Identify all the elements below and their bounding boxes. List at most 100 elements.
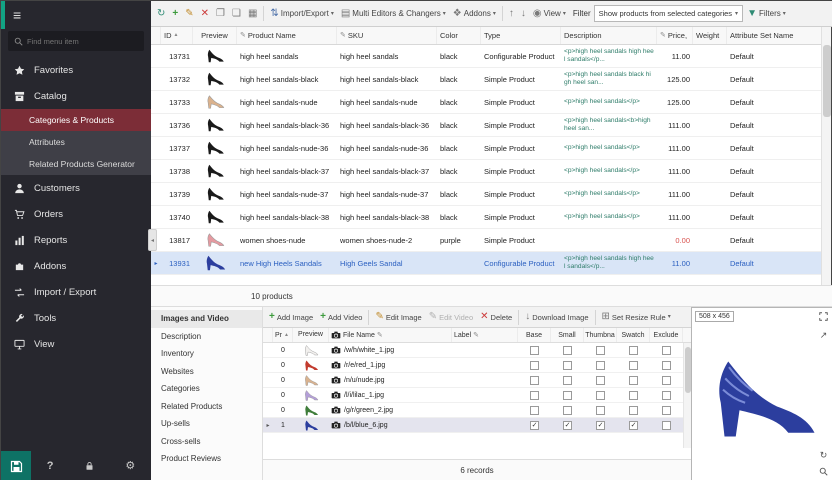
columns-button[interactable]: ▦ [245, 7, 260, 21]
table-row[interactable]: 13732high heel sandals-blackhigh heel sa… [151, 68, 823, 91]
lock-button[interactable] [85, 461, 94, 471]
copy-button[interactable]: ❐ [213, 7, 228, 21]
set-resize-rule-button[interactable]: ⊞Set Resize Rule▾ [599, 310, 674, 324]
media-row[interactable]: 0/g/r/green_2.jpg [263, 403, 691, 418]
add-image-button[interactable]: +Add Image [266, 310, 316, 324]
column-header-preview[interactable]: Preview [193, 27, 237, 44]
base-checkbox[interactable] [530, 361, 539, 370]
tab-related-products[interactable]: Related Products [151, 398, 262, 416]
multi-editors-button[interactable]: ▤ Multi Editors & Changers ▾ [338, 7, 449, 21]
table-row[interactable]: 13736high heel sandals-black-36high heel… [151, 114, 823, 137]
column-header-price[interactable]: ✎Price, [657, 27, 693, 44]
table-row[interactable]: 13740high heel sandals-black-38high heel… [151, 206, 823, 229]
sort-ascending-button[interactable]: ↑ [506, 7, 517, 21]
tab-images-and-video[interactable]: Images and Video [151, 310, 262, 328]
exclude-checkbox[interactable] [662, 391, 671, 400]
table-row[interactable]: 13733high heel sandals-nudehigh heel san… [151, 91, 823, 114]
swatch-checkbox[interactable] [629, 391, 638, 400]
sidebar-search[interactable] [8, 31, 144, 51]
add-product-button[interactable]: + [169, 7, 181, 21]
tab-up-sells[interactable]: Up-sells [151, 415, 262, 433]
grid-scrollbar[interactable] [821, 27, 831, 285]
column-header-sku[interactable]: ✎SKU [337, 27, 437, 44]
edit-video-button[interactable]: ✎Edit Video [426, 310, 476, 324]
media-row[interactable]: ▸1/b/l/blue_6.jpg✓✓✓✓ [263, 418, 691, 433]
exclude-checkbox[interactable] [662, 346, 671, 355]
column-header-description[interactable]: Description [561, 27, 657, 44]
sidebar-item-reports[interactable]: Reports [1, 227, 151, 253]
base-checkbox[interactable] [530, 346, 539, 355]
media-column-header-small[interactable]: Small [551, 328, 584, 342]
base-checkbox[interactable] [530, 391, 539, 400]
base-checkbox[interactable] [530, 376, 539, 385]
search-input[interactable] [27, 37, 138, 46]
thumb-checkbox[interactable]: ✓ [596, 421, 605, 430]
small-checkbox[interactable] [563, 406, 572, 415]
tab-inventory[interactable]: Inventory [151, 345, 262, 363]
panel-collapse-handle[interactable]: ◂ [148, 229, 157, 251]
tab-description[interactable]: Description [151, 328, 262, 346]
sort-descending-button[interactable]: ↓ [518, 7, 529, 21]
save-button[interactable] [1, 451, 31, 480]
sidebar-item-view[interactable]: View [1, 331, 151, 357]
thumb-checkbox[interactable] [596, 346, 605, 355]
media-grid-scrollbar[interactable] [683, 343, 691, 448]
sidebar-item-tools[interactable]: Tools [1, 305, 151, 331]
sidebar-item-orders[interactable]: Orders [1, 201, 151, 227]
swatch-checkbox[interactable]: ✓ [629, 421, 638, 430]
media-column-header-pr[interactable]: Pr▲ [273, 328, 293, 342]
exclude-checkbox[interactable] [662, 361, 671, 370]
table-row[interactable]: 13817women shoes-nudewomen shoes-nude-2p… [151, 229, 823, 252]
tab-cross-sells[interactable]: Cross-sells [151, 433, 262, 451]
small-checkbox[interactable] [563, 346, 572, 355]
media-column-header-swatch[interactable]: Swatch [617, 328, 650, 342]
small-checkbox[interactable]: ✓ [563, 421, 572, 430]
column-header-type[interactable]: Type [481, 27, 561, 44]
open-external-icon[interactable]: ↗ [820, 331, 828, 340]
media-row[interactable]: 0/r/e/red_1.jpg [263, 358, 691, 373]
sidebar-item-related-products-generator[interactable]: Related Products Generator [1, 153, 151, 175]
delete-product-button[interactable]: ✕ [198, 7, 212, 21]
small-checkbox[interactable] [563, 376, 572, 385]
import-export-button[interactable]: ⇅ Import/Export ▾ [267, 7, 336, 21]
sidebar-item-categories-products[interactable]: Categories & Products [1, 109, 151, 131]
sidebar-item-customers[interactable]: Customers [1, 175, 151, 201]
small-checkbox[interactable] [563, 391, 572, 400]
tab-categories[interactable]: Categories [151, 380, 262, 398]
sidebar-item-favorites[interactable]: Favorites [1, 57, 151, 83]
refresh-button[interactable]: ↻ [154, 7, 168, 21]
thumb-checkbox[interactable] [596, 391, 605, 400]
media-column-header-label[interactable]: Label✎ [452, 328, 518, 342]
media-column-header-base[interactable]: Base [518, 328, 551, 342]
fullscreen-icon[interactable] [819, 312, 828, 321]
sidebar-item-attributes[interactable]: Attributes [1, 131, 151, 153]
table-row[interactable]: 13731high heel sandalshigh heel sandalsb… [151, 45, 823, 68]
media-row[interactable]: 0/l/i/lilac_1.jpg [263, 388, 691, 403]
hamburger-menu-icon[interactable]: ≡ [13, 8, 21, 22]
tab-websites[interactable]: Websites [151, 363, 262, 381]
media-column-header-file-name[interactable]: File Name✎ [329, 328, 452, 342]
paste-button[interactable]: ❏ [229, 7, 244, 21]
media-column-header-selector[interactable] [263, 328, 273, 342]
edit-product-button[interactable]: ✎ [182, 7, 196, 21]
filter-select[interactable]: Show products from selected categories ▾ [594, 5, 743, 22]
table-row[interactable]: 13738high heel sandals-black-37high heel… [151, 160, 823, 183]
swatch-checkbox[interactable] [629, 346, 638, 355]
thumb-checkbox[interactable] [596, 406, 605, 415]
swatch-checkbox[interactable] [629, 361, 638, 370]
table-row[interactable]: 13737high heel sandals-nude-36high heel … [151, 137, 823, 160]
filters-button[interactable]: ▼ Filters ▾ [744, 7, 789, 21]
zoom-icon[interactable] [819, 467, 828, 476]
exclude-checkbox[interactable] [662, 406, 671, 415]
edit-image-button[interactable]: ✎Edit Image [372, 310, 424, 324]
sidebar-item-catalog[interactable]: Catalog [1, 83, 151, 109]
view-button[interactable]: ◉ View ▾ [530, 7, 569, 21]
exclude-checkbox[interactable] [662, 376, 671, 385]
base-checkbox[interactable] [530, 406, 539, 415]
table-row[interactable]: ▸13931new High Heels SandalsHigh Geels S… [151, 252, 823, 275]
column-header-selector[interactable] [151, 27, 161, 44]
base-checkbox[interactable]: ✓ [530, 421, 539, 430]
media-column-header-thumbna[interactable]: Thumbna [584, 328, 617, 342]
exclude-checkbox[interactable] [662, 421, 671, 430]
scrollbar-thumb[interactable] [823, 45, 831, 117]
